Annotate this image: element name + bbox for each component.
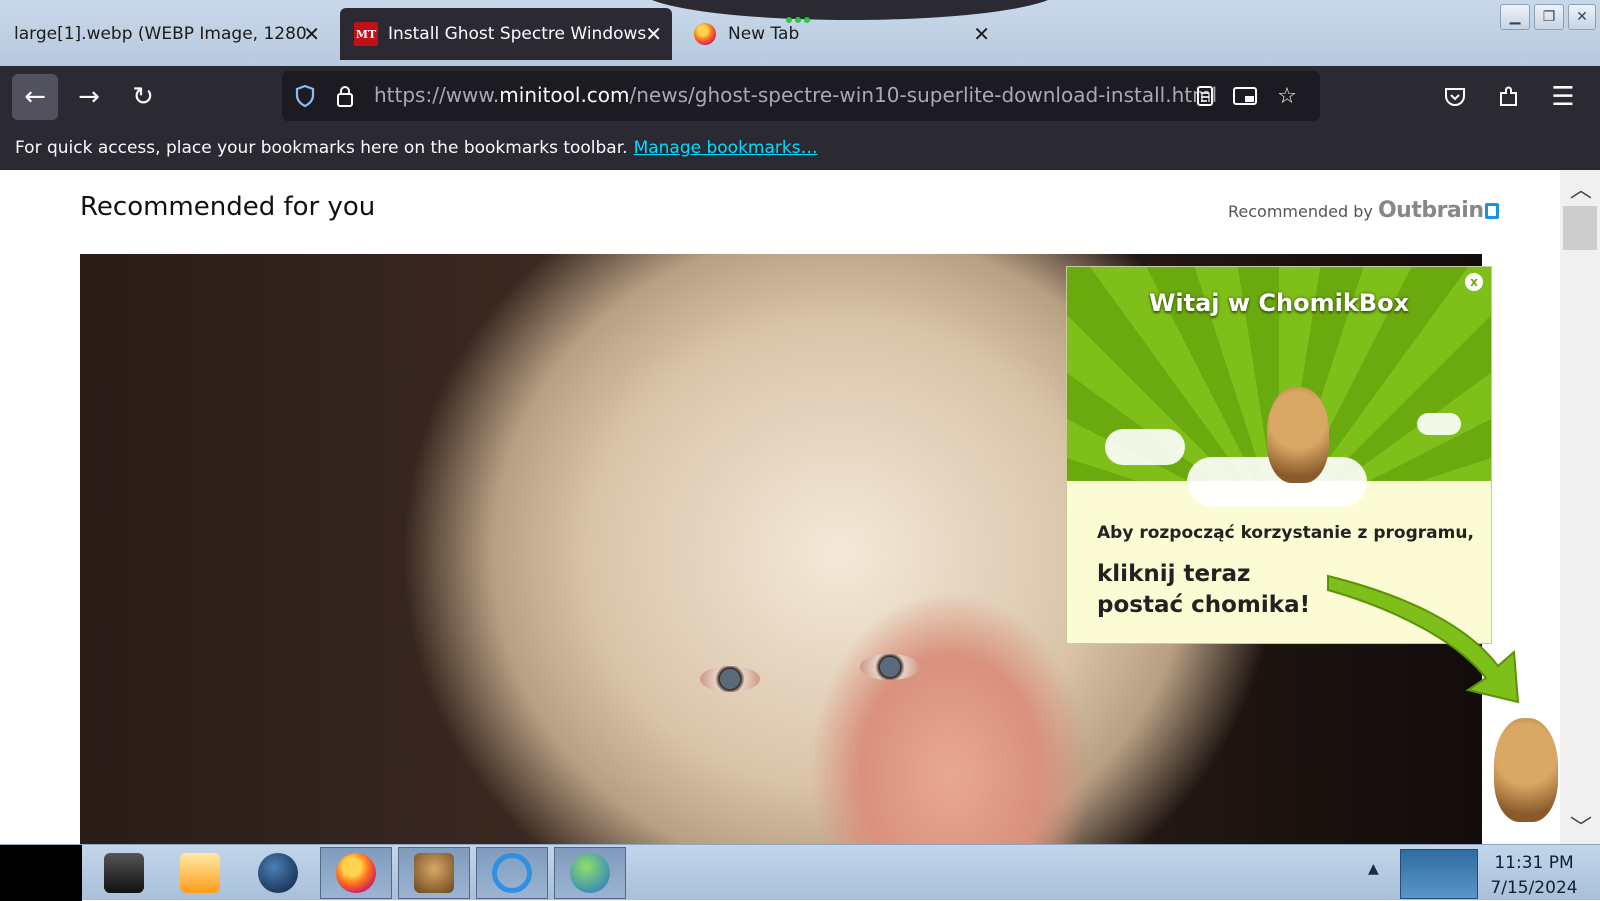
app-icon xyxy=(104,853,144,893)
recommended-by[interactable]: Recommended by Outbrain xyxy=(1228,198,1500,223)
tab-install-ghost-spectre[interactable]: MT Install Ghost Spectre Windows ✕ xyxy=(340,8,672,60)
firefox-icon xyxy=(694,23,716,45)
manage-bookmarks-link[interactable]: Manage bookmarks… xyxy=(634,138,818,158)
taskbar-app[interactable] xyxy=(88,847,160,899)
reload-button[interactable]: ↻ xyxy=(120,74,166,120)
taskbar-media-player[interactable] xyxy=(164,847,236,899)
ad-call-to-action: kliknij teraz postać chomika! xyxy=(1097,559,1310,621)
ad-close-button[interactable]: x xyxy=(1465,273,1483,291)
firefox-icon xyxy=(336,853,376,893)
restore-icon[interactable]: ❐ xyxy=(1534,4,1564,30)
forward-arrow-icon: → xyxy=(78,82,100,112)
taskbar-internet-explorer[interactable] xyxy=(476,847,548,899)
back-button[interactable]: ← xyxy=(12,74,58,120)
tray-app-icon[interactable] xyxy=(1400,849,1478,899)
scroll-thumb[interactable] xyxy=(1563,206,1597,250)
portrait-detail xyxy=(860,654,920,680)
outbrain-logo: Outbrain xyxy=(1377,198,1484,223)
extensions-button[interactable] xyxy=(1486,74,1532,120)
hamburger-icon: ☰ xyxy=(1551,82,1575,112)
minimize-icon[interactable]: ▁ xyxy=(1500,4,1530,30)
forward-button[interactable]: → xyxy=(66,74,112,120)
bookmark-star-icon[interactable]: ☆ xyxy=(1270,79,1304,113)
puzzle-icon xyxy=(1500,86,1517,106)
vertical-scrollbar[interactable]: ︿ ﹀ xyxy=(1560,170,1600,844)
section-title: Recommended for you xyxy=(80,192,376,222)
navigation-toolbar: ← → ↻ https://www.minitool.com/news/ghos… xyxy=(0,66,1600,130)
bookmarks-message: For quick access, place your bookmarks h… xyxy=(15,138,628,158)
globe-icon xyxy=(570,853,610,893)
tab-strip: large[1].webp (WEBP Image, 1280 × ✕ MT I… xyxy=(0,0,1600,66)
menu-button[interactable]: ☰ xyxy=(1540,74,1586,120)
ad-banner: Witaj w ChomikBox xyxy=(1067,267,1491,507)
tab-title: large[1].webp (WEBP Image, 1280 × xyxy=(14,24,316,44)
tab-new-tab[interactable]: New Tab ✕ xyxy=(680,8,1000,60)
reload-icon: ↻ xyxy=(132,82,154,112)
pocket-icon xyxy=(1445,88,1465,106)
clock-date: 7/15/2024 xyxy=(1490,878,1578,898)
url-prefix: https://www. xyxy=(374,83,500,107)
back-arrow-icon: ← xyxy=(24,82,46,112)
outbrain-mark-icon xyxy=(1485,203,1500,219)
ad-cta-line: kliknij teraz xyxy=(1097,561,1251,587)
cloud-decoration xyxy=(1417,413,1461,435)
shield-icon[interactable] xyxy=(288,79,322,113)
tab-title: New Tab xyxy=(728,24,800,44)
close-icon[interactable]: ✕ xyxy=(973,24,990,44)
taskbar: ▲ 11:31 PM 7/15/2024 xyxy=(0,844,1600,901)
system-clock[interactable]: 11:31 PM 7/15/2024 xyxy=(1484,851,1584,901)
ad-text-line: Aby rozpocząć korzystanie z programu, xyxy=(1097,523,1474,543)
reader-view-icon[interactable] xyxy=(1188,79,1222,113)
green-arrow-icon xyxy=(1327,574,1520,704)
start-button[interactable] xyxy=(0,845,82,901)
mt-favicon-icon: MT xyxy=(354,22,378,46)
ad-cta-line: postać chomika! xyxy=(1097,592,1311,618)
hamster-icon xyxy=(414,853,454,893)
ad-title: Witaj w ChomikBox xyxy=(1148,289,1410,317)
picture-in-picture-icon[interactable] xyxy=(1228,79,1262,113)
hamster-mascot-icon[interactable] xyxy=(1267,387,1329,483)
taskbar-globe[interactable] xyxy=(242,847,314,899)
taskbar-chomikbox[interactable] xyxy=(398,847,470,899)
recommended-by-label: Recommended by xyxy=(1228,202,1373,221)
portrait-detail xyxy=(700,666,760,692)
window-close-icon[interactable]: ✕ xyxy=(1568,4,1596,30)
clock-time: 11:31 PM xyxy=(1494,853,1574,873)
pocket-button[interactable] xyxy=(1432,74,1478,120)
tray-expand-icon[interactable]: ▲ xyxy=(1368,861,1379,877)
scroll-down-icon[interactable]: ﹀ xyxy=(1570,810,1592,842)
internet-explorer-icon xyxy=(492,853,532,893)
url-domain: minitool.com xyxy=(499,83,630,107)
url-text[interactable]: https://www.minitool.com/news/ghost-spec… xyxy=(374,83,1217,107)
tab-webp-image[interactable]: large[1].webp (WEBP Image, 1280 × ✕ xyxy=(0,8,330,60)
taskbar-browser[interactable] xyxy=(554,847,626,899)
close-icon[interactable]: ✕ xyxy=(645,24,662,44)
close-icon[interactable]: ✕ xyxy=(303,24,320,44)
media-player-icon xyxy=(180,853,220,893)
globe-icon xyxy=(258,853,298,893)
cloud-decoration xyxy=(1105,429,1185,465)
hamster-mascot-icon[interactable] xyxy=(1494,718,1558,822)
lock-icon[interactable] xyxy=(328,79,362,113)
taskbar-firefox[interactable] xyxy=(320,847,392,899)
url-path: /news/ghost-spectre-win10-superlite-down… xyxy=(629,83,1218,107)
address-bar[interactable]: https://www.minitool.com/news/ghost-spec… xyxy=(282,71,1320,121)
tab-title: Install Ghost Spectre Windows xyxy=(388,24,647,44)
bookmarks-toolbar: For quick access, place your bookmarks h… xyxy=(0,130,1600,170)
scroll-up-icon[interactable]: ︿ xyxy=(1570,172,1592,204)
